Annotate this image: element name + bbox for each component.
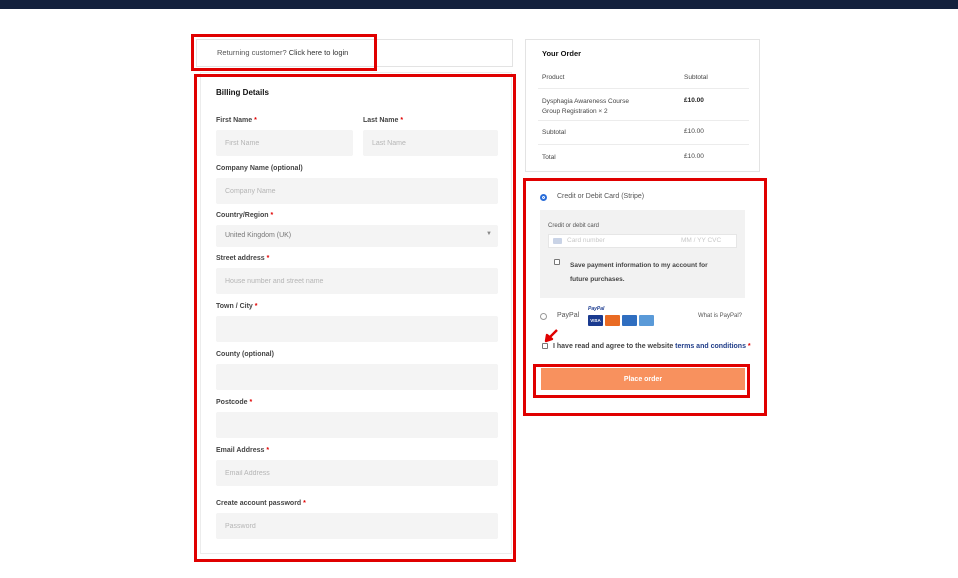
- order-subtotal-label: Subtotal: [542, 129, 566, 136]
- maestro-logo-icon: [622, 315, 637, 326]
- order-total-value: £10.00: [684, 153, 704, 160]
- order-divider: [538, 88, 749, 89]
- last-name-input[interactable]: [363, 130, 498, 156]
- paypal-logo: PayPal: [588, 306, 605, 312]
- password-input[interactable]: [216, 513, 498, 539]
- paypal-radio[interactable]: [540, 313, 547, 320]
- amex-logo-icon: [639, 315, 654, 326]
- order-col-product: Product: [542, 74, 565, 81]
- mastercard-logo-icon: [605, 315, 620, 326]
- order-item-name: Dysphagia Awareness Course Group Registr…: [542, 98, 629, 115]
- postcode-label: Postcode *: [216, 399, 253, 406]
- visa-logo-icon: VISA: [588, 315, 603, 326]
- what-is-paypal-link[interactable]: What is PayPal?: [698, 313, 742, 319]
- paypal-accepted-cards: PayPal VISA: [588, 306, 658, 328]
- order-subtotal-value: £10.00: [684, 128, 704, 135]
- email-label: Email Address *: [216, 447, 270, 454]
- returning-customer-text: Returning customer? Click here to login: [217, 48, 348, 57]
- credit-card-icon: [553, 238, 562, 244]
- order-title: Your Order: [542, 49, 582, 58]
- billing-title: Billing Details: [216, 88, 269, 97]
- county-input[interactable]: [216, 364, 498, 390]
- street-label: Street address *: [216, 255, 270, 262]
- save-payment-checkbox[interactable]: [554, 259, 560, 265]
- last-name-label: Last Name *: [363, 117, 404, 124]
- billing-details-form: Billing Details First Name * Last Name *…: [200, 72, 512, 554]
- email-input[interactable]: [216, 460, 498, 486]
- company-input[interactable]: [216, 178, 498, 204]
- top-navigation-bar: [0, 0, 958, 9]
- terms-label: I have read and agree to the website ter…: [553, 343, 751, 350]
- first-name-label: First Name *: [216, 117, 257, 124]
- order-divider: [538, 120, 749, 121]
- card-number-placeholder: Card number: [567, 237, 605, 244]
- card-expiry-placeholder: MM / YY CVC: [681, 237, 722, 244]
- order-summary: Your Order Product Subtotal Dysphagia Aw…: [525, 39, 760, 172]
- paypal-label[interactable]: PayPal: [557, 312, 579, 319]
- order-item-price: £10.00: [684, 97, 704, 104]
- town-label: Town / City *: [216, 303, 258, 310]
- returning-customer-prefix: Returning customer?: [217, 48, 287, 57]
- login-link[interactable]: Click here to login: [289, 48, 349, 57]
- country-selected-value: United Kingdom (UK): [225, 232, 292, 239]
- country-label: Country/Region *: [216, 212, 274, 219]
- order-item-qty: × 2: [598, 108, 608, 115]
- place-order-button[interactable]: Place order: [541, 368, 745, 390]
- chevron-down-icon: ▼: [486, 231, 492, 237]
- card-section-label: Credit or debit card: [548, 223, 600, 229]
- order-col-subtotal: Subtotal: [684, 74, 708, 81]
- street-input[interactable]: [216, 268, 498, 294]
- terms-link[interactable]: terms and conditions: [675, 343, 746, 350]
- company-label: Company Name (optional): [216, 165, 303, 172]
- order-total-label: Total: [542, 154, 556, 161]
- save-payment-label: Save payment information to my account f…: [570, 262, 708, 283]
- town-input[interactable]: [216, 316, 498, 342]
- postcode-input[interactable]: [216, 412, 498, 438]
- stripe-card-panel: Credit or debit card Card number MM / YY…: [540, 210, 745, 298]
- password-label: Create account password *: [216, 500, 306, 507]
- country-select[interactable]: United Kingdom (UK) ▼: [216, 225, 498, 247]
- first-name-input[interactable]: [216, 130, 353, 156]
- card-number-input[interactable]: Card number MM / YY CVC: [548, 234, 737, 248]
- stripe-label[interactable]: Credit or Debit Card (Stripe): [557, 193, 644, 200]
- red-arrow-icon: [544, 329, 558, 343]
- stripe-radio[interactable]: [540, 194, 547, 201]
- order-divider: [538, 144, 749, 145]
- county-label: County (optional): [216, 351, 274, 358]
- returning-customer-notice: Returning customer? Click here to login: [196, 39, 513, 67]
